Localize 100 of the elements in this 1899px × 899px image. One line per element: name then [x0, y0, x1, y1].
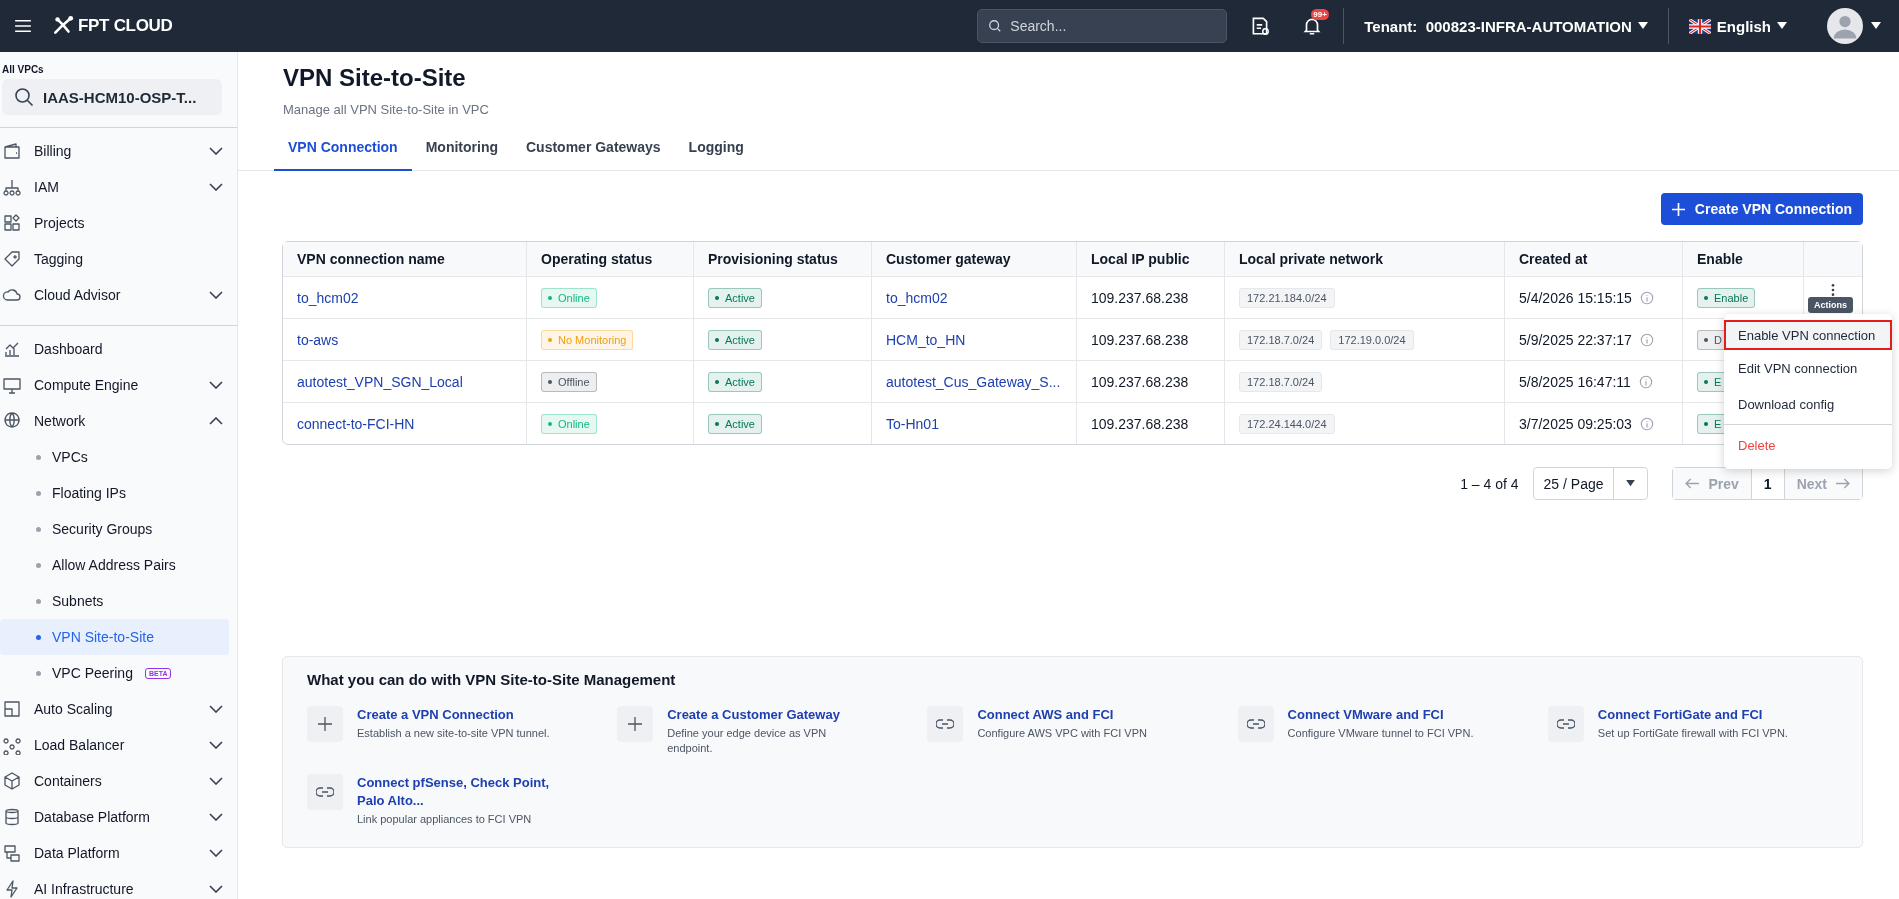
- chevron-down-icon[interactable]: [209, 147, 223, 155]
- sidebar-item[interactable]: Database Platform: [0, 799, 237, 835]
- page-size-select[interactable]: 25 / Page: [1532, 467, 1649, 500]
- action-tile[interactable]: [927, 706, 964, 742]
- network-tag: 172.24.144.0/24: [1239, 413, 1335, 434]
- sidebar-item[interactable]: Data Platform: [0, 835, 237, 871]
- submenu-item[interactable]: VPN Site-to-Site: [0, 619, 229, 655]
- more-icon[interactable]: [1831, 283, 1835, 297]
- chevron-down-icon[interactable]: [209, 885, 223, 893]
- chevron-down-icon[interactable]: [209, 813, 223, 821]
- sidebar-item[interactable]: Dashboard: [0, 331, 237, 367]
- guide-link[interactable]: Create a Customer Gateway: [667, 706, 848, 724]
- sidebar-item[interactable]: Compute Engine: [0, 367, 237, 403]
- create-connection-button[interactable]: Create VPN Connection: [1660, 193, 1863, 225]
- sidebar-item[interactable]: Auto Scaling: [0, 691, 237, 727]
- sidebar-label: AI Infrastructure: [34, 881, 135, 897]
- connection-link[interactable]: to_hcm02: [297, 289, 359, 306]
- tenant-selector[interactable]: Tenant: 000823-INFRA-AUTOMATION: [1364, 17, 1648, 35]
- chevron-up-icon[interactable]: [209, 417, 223, 425]
- sidebar-item[interactable]: Load Balancer: [0, 727, 237, 763]
- sidebar-item[interactable]: Tagging: [0, 241, 237, 277]
- chevron-down-icon[interactable]: [209, 741, 223, 749]
- action-tile[interactable]: [617, 706, 654, 742]
- sidebar-item[interactable]: Containers: [0, 763, 237, 799]
- column-header: Enable: [1683, 242, 1804, 277]
- column-header: Created at: [1505, 242, 1683, 277]
- chevron-down-icon[interactable]: [209, 183, 223, 191]
- submenu-item[interactable]: Security Groups: [0, 511, 229, 547]
- page-title: VPN Site-to-Site: [283, 64, 467, 92]
- guide-link[interactable]: Connect AWS and FCI: [977, 706, 1147, 724]
- gateway-link[interactable]: to_hcm02: [886, 289, 948, 306]
- sidebar-label: Database Platform: [34, 809, 151, 825]
- caret-icon[interactable]: [1871, 22, 1881, 30]
- storage-icon: [2, 843, 22, 863]
- page-subtitle: Manage all VPN Site-to-Site in VPC: [283, 102, 490, 117]
- sidebar-item[interactable]: Billing: [0, 133, 237, 169]
- action-tile[interactable]: [1547, 706, 1584, 742]
- status-badge: Active: [708, 372, 762, 392]
- sidebar-label: Projects: [34, 215, 86, 231]
- tab[interactable]: Monitoring: [411, 139, 512, 171]
- search-icon: [988, 19, 1003, 33]
- sidebar-item[interactable]: IAM: [0, 169, 237, 205]
- avatar-icon[interactable]: [1827, 8, 1863, 44]
- table-cell: 109.237.68.238: [1091, 289, 1189, 306]
- sidebar-item[interactable]: Projects: [0, 205, 237, 241]
- table-cell: 5/9/2025 22:37:17: [1519, 331, 1632, 348]
- tab[interactable]: Logging: [674, 139, 758, 171]
- connection-link[interactable]: to-aws: [297, 331, 339, 348]
- action-tile[interactable]: [1237, 706, 1274, 742]
- column-header: Local IP public: [1077, 242, 1225, 277]
- guide-link[interactable]: Connect VMware and FCI: [1287, 706, 1474, 724]
- column-header: Customer gateway: [872, 242, 1077, 277]
- sidebar-item[interactable]: AI Infrastructure: [0, 871, 237, 899]
- submenu-item[interactable]: Allow Address Pairs: [0, 547, 229, 583]
- status-badge: Active: [708, 330, 762, 350]
- sidebar-item[interactable]: Network: [0, 403, 237, 439]
- submenu-item[interactable]: VPCs: [0, 439, 229, 475]
- gateway-link[interactable]: autotest_Cus_Gateway_S...: [886, 373, 1061, 390]
- guide-title: What you can do with VPN Site-to-Site Management: [307, 671, 677, 688]
- chevron-down-icon[interactable]: [209, 849, 223, 857]
- action-tile[interactable]: [307, 774, 343, 810]
- network-tag: 172.18.7.0/24: [1239, 329, 1323, 350]
- tab[interactable]: Customer Gateways: [512, 139, 675, 171]
- guide-link[interactable]: Create a VPN Connection: [357, 706, 550, 724]
- sidebar-label: Cloud Advisor: [34, 287, 122, 303]
- table-cell: 109.237.68.238: [1091, 415, 1189, 432]
- status-badge: No Monitoring: [541, 330, 634, 350]
- sidebar-label: Auto Scaling: [34, 701, 114, 717]
- connection-link[interactable]: autotest_VPN_SGN_Local: [297, 373, 463, 390]
- sidebar-item[interactable]: Cloud Advisor: [0, 277, 237, 313]
- submenu-item[interactable]: Subnets: [0, 583, 229, 619]
- menu-icon[interactable]: [14, 19, 32, 33]
- status-badge: Active: [708, 288, 762, 308]
- sidebar-label: Tagging: [34, 251, 85, 267]
- gateway-link[interactable]: To-Hn01: [886, 415, 939, 432]
- status-badge: Online: [541, 414, 597, 434]
- column-header: VPN connection name: [283, 242, 527, 277]
- status-badge: Active: [708, 414, 762, 434]
- plus-icon: [1671, 202, 1685, 216]
- tag-icon: [2, 249, 22, 269]
- vpc-selector[interactable]: IAAS-HCM10-OSP-T...: [2, 79, 222, 115]
- gateway-link[interactable]: HCM_to_HN: [886, 331, 966, 348]
- guide-description: Define your edge device as VPN endpoint.: [667, 726, 828, 756]
- menu-item[interactable]: Enable VPN connection: [1724, 320, 1892, 350]
- guide-link[interactable]: Connect pfSense, Check Point, Palo Alto...: [357, 774, 557, 810]
- submenu-item[interactable]: Floating IPs: [0, 475, 229, 511]
- cube-icon: [2, 771, 22, 791]
- chevron-down-icon[interactable]: [209, 777, 223, 785]
- link-icon: [936, 719, 955, 729]
- guide-link[interactable]: Connect FortiGate and FCI: [1597, 706, 1788, 724]
- tab[interactable]: VPN Connection: [274, 139, 412, 171]
- chevron-down-icon[interactable]: [209, 291, 223, 299]
- search-field[interactable]: Search...: [977, 9, 1228, 43]
- connection-link[interactable]: connect-to-FCI-HN: [297, 415, 415, 432]
- guide-description: Configure VMware tunnel to FCI VPN.: [1287, 726, 1474, 741]
- language-selector[interactable]: English: [1716, 17, 1787, 35]
- chevron-down-icon[interactable]: [209, 705, 223, 713]
- chevron-down-icon[interactable]: [209, 381, 223, 389]
- action-tile[interactable]: [307, 706, 343, 742]
- guide-description: Link popular appliances to FCI VPN: [357, 812, 533, 827]
